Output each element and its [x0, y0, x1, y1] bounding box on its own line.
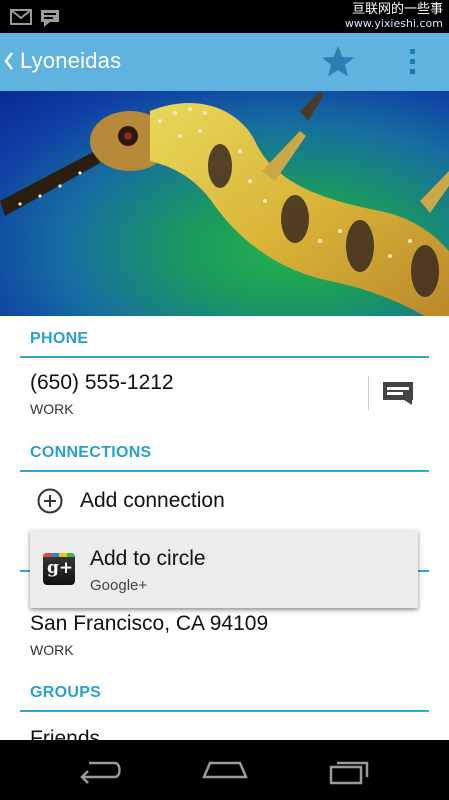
contact-name-title[interactable]: Lyoneidas	[20, 48, 121, 74]
groups-section-header: GROUPS	[20, 674, 429, 712]
add-to-circle-popup[interactable]: g+ Add to circle Google+	[30, 530, 418, 608]
overflow-menu-icon[interactable]	[400, 43, 426, 81]
phone-type: WORK	[30, 401, 74, 417]
connections-header-label: CONNECTIONS	[30, 444, 152, 461]
navigation-bar	[0, 740, 449, 800]
popup-title[interactable]: Add to circle	[90, 547, 206, 571]
recents-icon[interactable]	[325, 755, 375, 785]
address-type: WORK	[30, 642, 74, 658]
message-notification-icon	[41, 10, 59, 27]
watermark-url: www.yixieshi.com	[344, 17, 443, 30]
add-connection-button[interactable]: Add connection	[80, 489, 225, 513]
sea-dragon-image	[0, 91, 449, 316]
message-icon[interactable]	[382, 380, 414, 406]
action-bar: Lyoneidas	[0, 33, 449, 91]
vertical-divider	[368, 376, 369, 410]
address-line[interactable]: San Francisco, CA 94109	[30, 612, 268, 636]
home-icon[interactable]	[200, 755, 250, 785]
back-icon[interactable]	[75, 755, 125, 785]
contact-photo	[0, 91, 449, 316]
watermark: 亘联网的一些事 www.yixieshi.com	[345, 3, 443, 31]
up-chevron-icon[interactable]	[4, 51, 14, 71]
add-circle-icon[interactable]	[37, 488, 63, 514]
status-bar: 亘联网的一些事 www.yixieshi.com	[0, 0, 449, 33]
google-plus-icon: g+	[43, 553, 75, 585]
star-icon[interactable]	[319, 43, 357, 81]
phone-section-header: PHONE	[20, 320, 429, 358]
gmail-icon	[10, 9, 32, 25]
popup-subtitle: Google+	[90, 577, 148, 594]
watermark-title: 亘联网的一些事	[351, 2, 443, 17]
phone-number[interactable]: (650) 555-1212	[30, 371, 174, 395]
phone-header-label: PHONE	[30, 330, 89, 347]
groups-header-label: GROUPS	[30, 684, 102, 701]
connections-section-header: CONNECTIONS	[20, 434, 429, 472]
